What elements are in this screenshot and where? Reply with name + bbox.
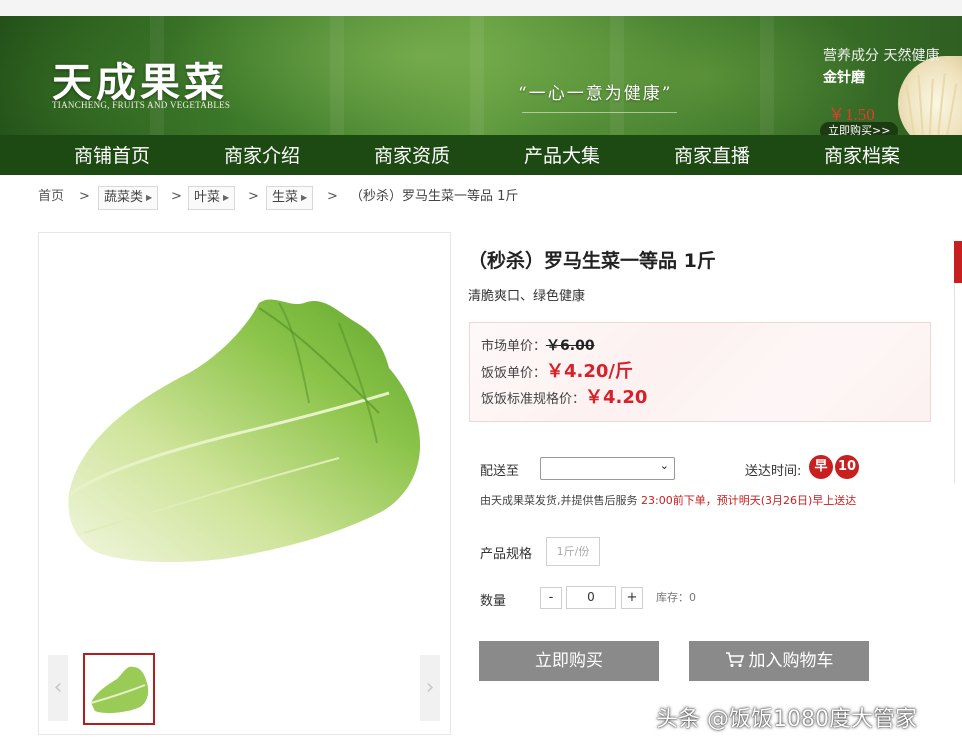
- side-divider: [954, 283, 955, 483]
- main-nav: 商铺首页 商家介绍 商家资质 产品大集 商家直播 商家档案: [0, 135, 962, 175]
- quantity-increase-button[interactable]: +: [621, 587, 643, 609]
- chevron-down-icon: ⌄: [659, 459, 669, 472]
- breadcrumb-label: 生菜: [272, 190, 299, 205]
- quantity-decrease-button[interactable]: -: [540, 587, 562, 609]
- lettuce-thumbnail-image: [90, 666, 149, 714]
- logo-subtext: TIANCHENG, FRUITS AND VEGETABLES: [52, 100, 231, 110]
- spec-label: 产品规格: [480, 547, 533, 562]
- gallery-prev-button[interactable]: ‹: [48, 655, 68, 721]
- breadcrumb-category-vegetables[interactable]: 蔬菜类 ▶: [98, 186, 159, 210]
- gallery-next-button[interactable]: ›: [420, 655, 440, 721]
- stock-count: 库存：0: [656, 591, 696, 604]
- market-price-value: ￥6.00: [546, 338, 595, 354]
- caret-right-icon: ▶: [301, 193, 308, 202]
- market-price-label: 市场单价：: [481, 339, 547, 354]
- standard-price-value: ￥4.20: [585, 387, 648, 408]
- nav-item-live[interactable]: 商家直播: [652, 135, 772, 175]
- breadcrumb-label: 蔬菜类: [104, 190, 144, 205]
- early-badge: 早: [809, 455, 833, 479]
- quantity-label: 数量: [480, 594, 507, 609]
- market-price-row: 市场单价：￥6.00: [481, 335, 595, 355]
- breadcrumb-separator: >: [79, 189, 90, 204]
- delivery-notice-prefix: 由天成果菜发货,并提供售后服务: [480, 494, 641, 507]
- nav-item-archive[interactable]: 商家档案: [802, 135, 922, 175]
- header-banner: 天成果菜 TIANCHENG, FRUITS AND VEGETABLES “一…: [0, 16, 962, 135]
- nav-item-about[interactable]: 商家介绍: [202, 135, 322, 175]
- price-box: 市场单价：￥6.00 饭饭单价：￥4.20/斤 饭饭标准规格价：￥4.20: [469, 322, 931, 422]
- standard-price-row: 饭饭标准规格价：￥4.20: [481, 383, 647, 409]
- fanfan-price-value: ￥4.20/斤: [546, 361, 634, 382]
- mushroom-image: [898, 56, 962, 135]
- add-to-cart-button[interactable]: 加入购物车: [689, 641, 869, 681]
- quantity-input[interactable]: 0: [566, 586, 616, 609]
- breadcrumb-category-leafy[interactable]: 叶菜 ▶: [188, 186, 236, 210]
- delivery-notice: 由天成果菜发货,并提供售后服务 23:00前下单，预计明天(3月26日)早上送达: [480, 492, 856, 508]
- delivery-to-label: 配送至: [480, 464, 520, 479]
- delivery-region-select[interactable]: ⌄: [540, 457, 675, 480]
- nav-item-qualification[interactable]: 商家资质: [352, 135, 472, 175]
- spec-option[interactable]: 1斤/份: [546, 537, 600, 566]
- breadcrumb-separator: >: [171, 189, 182, 204]
- chevron-left-icon: ‹: [53, 675, 63, 700]
- delivery-notice-highlight: 23:00前下单，预计明天(3月26日)早上送达: [641, 494, 857, 507]
- caret-right-icon: ▶: [223, 193, 230, 202]
- promo-buy-button[interactable]: 立即购买>>: [820, 122, 899, 135]
- add-to-cart-label: 加入购物车: [748, 651, 834, 671]
- top-strip: [0, 0, 962, 16]
- side-tab-marker[interactable]: [954, 241, 962, 283]
- breadcrumb-separator: >: [327, 189, 338, 204]
- nav-item-products[interactable]: 产品大集: [502, 135, 622, 175]
- slogan-underline: [522, 112, 677, 113]
- breadcrumb-separator: >: [248, 189, 259, 204]
- promo-subtitle: 营养成分 天然健康: [823, 48, 940, 64]
- cart-icon: [725, 652, 744, 668]
- gallery-thumbnail[interactable]: [83, 653, 155, 725]
- watermark-text: 头条 @饭饭1080度大管家: [656, 707, 917, 732]
- breadcrumb-current: （秒杀）罗马生菜一等品 1斤: [350, 189, 519, 204]
- product-title: （秒杀）罗马生菜一等品 1斤: [468, 250, 716, 272]
- delivery-time-label: 送达时间:: [745, 464, 802, 479]
- buy-now-button[interactable]: 立即购买: [479, 641, 659, 681]
- promo-name: 金针磨: [823, 70, 865, 86]
- fanfan-price-row: 饭饭单价：￥4.20/斤: [481, 357, 633, 383]
- nav-item-home[interactable]: 商铺首页: [52, 135, 172, 175]
- caret-right-icon: ▶: [146, 193, 153, 202]
- fanfan-price-label: 饭饭单价：: [481, 366, 547, 381]
- lettuce-image: [68, 299, 421, 563]
- product-subtitle: 清脆爽口、绿色健康: [468, 289, 586, 304]
- breadcrumb-label: 叶菜: [194, 190, 221, 205]
- breadcrumb-category-lettuce[interactable]: 生菜 ▶: [266, 186, 314, 210]
- chevron-right-icon: ›: [425, 675, 435, 700]
- breadcrumb-home[interactable]: 首页: [38, 186, 64, 208]
- standard-price-label: 饭饭标准规格价：: [481, 392, 586, 407]
- slogan: “一心一意为健康”: [518, 84, 673, 104]
- hour-badge: 10: [835, 455, 859, 479]
